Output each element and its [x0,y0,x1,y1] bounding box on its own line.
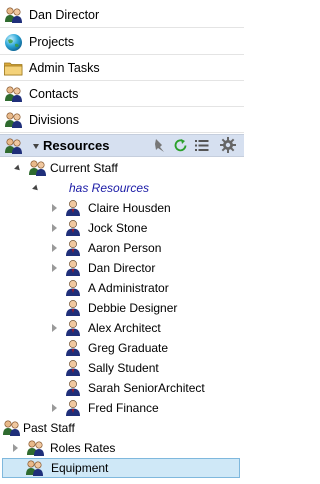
person-group-icon [4,6,24,24]
pin-icon[interactable] [152,138,166,153]
tree-label: Roles Rates [50,441,116,455]
expand-arrow-icon[interactable] [52,204,57,212]
expand-arrow-icon[interactable] [52,244,57,252]
tree-label: Alex Architect [88,321,161,335]
expand-arrow-icon[interactable] [52,404,57,412]
tree-label: has Resources [69,181,150,195]
nav-label: Admin Tasks [29,61,100,75]
nav-item-projects[interactable]: Projects [0,30,244,55]
person-icon [64,359,82,377]
tree-item-person[interactable]: Alex Architect [0,318,244,338]
tree-item-person[interactable]: Dan Director [0,258,244,278]
person-icon [64,279,82,297]
expand-arrow-icon[interactable] [14,164,22,173]
person-group-icon [26,439,46,457]
folder-icon [4,61,23,76]
nav-label: Dan Director [29,8,100,22]
nav-item-divisions[interactable]: Divisions [0,108,244,133]
tree-item-person[interactable]: Greg Graduate [0,338,244,358]
tree-item-person[interactable]: A Administrator [0,278,244,298]
expand-arrow-icon[interactable] [33,144,39,149]
expand-arrow-icon[interactable] [32,184,40,193]
tree-label: Past Staff [23,421,75,435]
person-icon [64,239,82,257]
nav-label: Projects [29,35,75,49]
tree-label: Equipment [51,461,109,475]
tree-item-roles-rates[interactable]: Roles Rates [0,438,244,458]
person-group-icon [4,85,24,103]
person-icon [64,199,82,217]
resources-title: Resources [43,138,110,153]
person-group-icon [28,159,48,177]
tree-label: Current Staff [50,161,118,175]
expand-arrow-icon[interactable] [52,324,57,332]
tree-item-person[interactable]: Debbie Designer [0,298,244,318]
tree-label: Dan Director [88,261,156,275]
tree-item-past-staff[interactable]: Past Staff [0,418,244,438]
tree-label: A Administrator [88,281,169,295]
tree-item-person[interactable]: Fred Finance [0,398,244,418]
tree-label: Claire Housden [88,201,171,215]
gear-icon[interactable] [220,137,236,153]
list-icon[interactable] [195,139,209,152]
expand-arrow-icon[interactable] [13,444,18,452]
nav-item-dan-director[interactable]: Dan Director [0,3,244,28]
person-icon [64,219,82,237]
globe-icon [4,33,23,52]
person-icon [64,379,82,397]
tree-label: Debbie Designer [88,301,178,315]
tree-item-person[interactable]: Aaron Person [0,238,244,258]
tree-label: Fred Finance [88,401,159,415]
refresh-icon[interactable] [173,138,188,153]
nav-item-contacts[interactable]: Contacts [0,82,244,107]
person-group-icon [4,111,24,129]
tree-item-has-resources[interactable]: has Resources [0,178,244,198]
person-group-icon [4,137,24,155]
nav-item-admin-tasks[interactable]: Admin Tasks [0,56,244,81]
tree-item-person[interactable]: Jock Stone [0,218,244,238]
tree-label: Sarah SeniorArchitect [88,381,205,395]
nav-label: Divisions [29,113,80,127]
tree-label: Greg Graduate [88,341,169,355]
person-group-icon [2,419,22,437]
person-icon [64,259,82,277]
tree-item-equipment[interactable]: Equipment [2,458,240,478]
person-icon [64,399,82,417]
tree-label: Aaron Person [88,241,162,255]
person-icon [64,339,82,357]
tree-label: Sally Student [88,361,159,375]
person-group-icon [25,459,45,477]
nav-label: Contacts [29,87,79,101]
person-icon [64,299,82,317]
tree-item-person[interactable]: Sarah SeniorArchitect [0,378,244,398]
tree-item-current-staff[interactable]: Current Staff [0,158,244,178]
tree-item-person[interactable]: Claire Housden [0,198,244,218]
resources-header[interactable]: Resources [0,134,244,157]
tree-item-person[interactable]: Sally Student [0,358,244,378]
tree-label: Jock Stone [88,221,148,235]
expand-arrow-icon[interactable] [52,264,57,272]
person-icon [64,319,82,337]
expand-arrow-icon[interactable] [52,224,57,232]
